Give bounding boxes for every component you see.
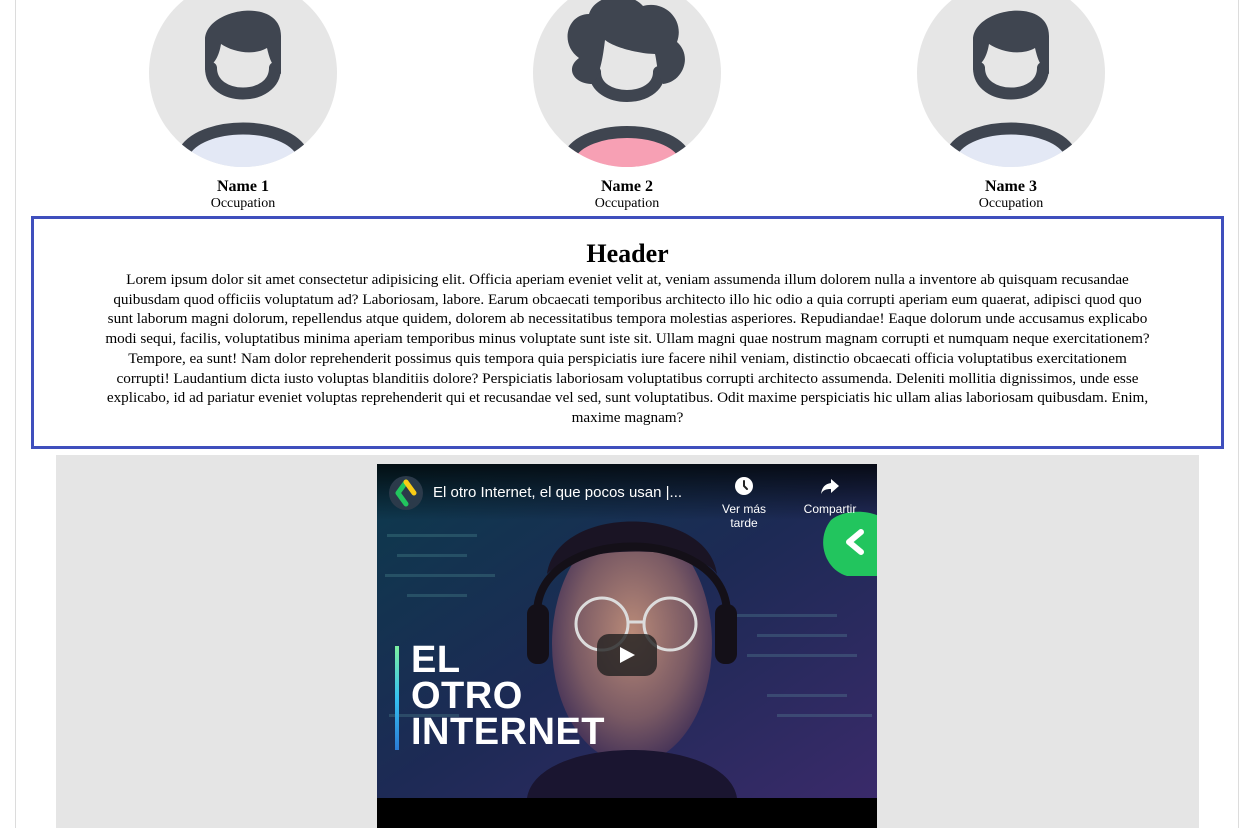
male-avatar-icon	[149, 0, 337, 167]
member-occupation: Occupation	[978, 196, 1044, 211]
member-name: Name 2	[601, 178, 653, 195]
brand-badge-icon	[823, 511, 877, 576]
team-member-card: Name 1 Occupation	[133, 0, 353, 211]
share-label: Compartir	[803, 502, 857, 516]
member-name: Name 1	[217, 178, 269, 195]
youtube-embed[interactable]: EL OTRO INTERNET El otro Internet, el qu…	[377, 464, 877, 828]
share-icon	[821, 479, 839, 494]
watch-later-button[interactable]: Ver más tarde	[709, 476, 779, 530]
headline-line: EL	[411, 639, 461, 681]
play-icon	[620, 647, 635, 663]
member-name: Name 3	[985, 178, 1037, 195]
play-button[interactable]	[597, 634, 657, 676]
team-section: Name 1 Occupation Name 2 Occupation Name…	[0, 0, 1256, 215]
video-section: EL OTRO INTERNET El otro Internet, el qu…	[56, 455, 1199, 828]
info-body-text: Lorem ipsum dolor sit amet consectetur a…	[105, 271, 1150, 426]
headline-line: INTERNET	[411, 711, 605, 753]
video-headline: EL OTRO INTERNET	[411, 639, 605, 753]
female-avatar-icon	[533, 0, 721, 167]
clock-icon	[735, 477, 753, 495]
video-title-link[interactable]: El otro Internet, el que pocos usan |...	[433, 484, 682, 502]
watch-later-label: Ver más tarde	[721, 502, 766, 530]
male-avatar-icon	[917, 0, 1105, 167]
info-box: Header Lorem ipsum dolor sit amet consec…	[31, 216, 1224, 449]
share-button[interactable]: Compartir	[795, 476, 865, 516]
headline-accent	[395, 646, 399, 750]
team-member-card: Name 3 Occupation	[901, 0, 1121, 211]
team-member-card: Name 2 Occupation	[517, 0, 737, 211]
headline-line: OTRO	[411, 675, 523, 717]
member-occupation: Occupation	[210, 196, 276, 211]
member-occupation: Occupation	[594, 196, 660, 211]
info-header: Header	[586, 239, 669, 268]
edteam-logo-icon[interactable]	[389, 476, 423, 510]
